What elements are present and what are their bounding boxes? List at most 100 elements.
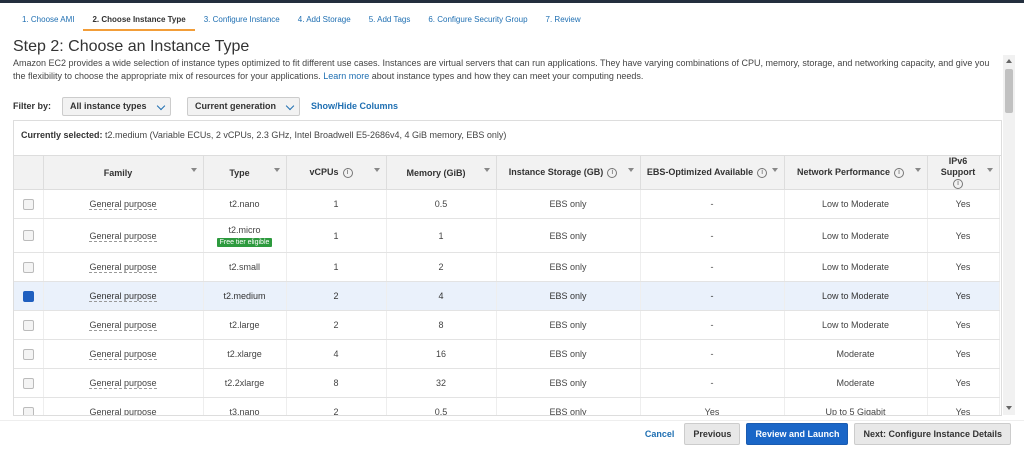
table-header-row: Family Type vCPUs i Memory (GiB) Instance… [14, 156, 1000, 190]
vcpus-cell: 1 [286, 252, 387, 282]
filter-label: Filter by: [13, 101, 52, 111]
instance-type-filter-select[interactable]: All instance types [62, 96, 172, 116]
next-configure-instance-details-button[interactable]: Next: Configure Instance Details [854, 423, 1011, 445]
network-cell: Low to Moderate [784, 252, 928, 282]
ipv6-cell: Yes [927, 310, 1000, 340]
ebs-optimized-cell: - [640, 339, 785, 369]
column-header-ipv6-support[interactable]: IPv6 Support i [927, 156, 1000, 190]
free-tier-badge: Free tier eligible [216, 237, 273, 247]
memory-cell: 1 [386, 218, 497, 253]
generation-filter-select[interactable]: Current generation [187, 96, 301, 116]
storage-cell: EBS only [496, 189, 641, 219]
column-header-family[interactable]: Family [43, 156, 204, 190]
show-hide-columns-link[interactable]: Show/Hide Columns [311, 101, 398, 111]
column-header-instance-storage[interactable]: Instance Storage (GB) i [496, 156, 641, 190]
review-and-launch-button[interactable]: Review and Launch [746, 423, 849, 445]
ipv6-cell: Yes [927, 252, 1000, 282]
filter-bar: Filter by: All instance types Current ge… [13, 96, 398, 116]
type-cell: t2.nano [203, 189, 287, 219]
memory-cell: 0.5 [386, 189, 497, 219]
wizard-footer: Cancel Previous Review and Launch Next: … [635, 423, 1011, 445]
table-row[interactable]: General purpose t2.large 2 8 EBS only - … [14, 310, 1000, 340]
tab-configure-instance[interactable]: 3. Configure Instance [195, 12, 289, 31]
row-checkbox[interactable] [22, 198, 34, 210]
storage-cell: EBS only [496, 252, 641, 282]
sort-caret-icon [627, 168, 634, 172]
tab-choose-instance-type[interactable]: 2. Choose Instance Type [83, 12, 195, 31]
ebs-optimized-cell: - [640, 310, 785, 340]
tab-review[interactable]: 7. Review [537, 12, 590, 31]
family-cell: General purpose [89, 349, 157, 360]
type-cell: t2.2xlarge [203, 368, 287, 398]
family-cell: General purpose [89, 230, 157, 242]
row-checkbox[interactable] [22, 319, 34, 331]
table-row-selected[interactable]: General purpose t2.medium 2 4 EBS only -… [14, 281, 1000, 311]
scroll-thumb[interactable] [1005, 69, 1013, 113]
row-checkbox[interactable] [22, 348, 34, 360]
memory-cell: 8 [386, 310, 497, 340]
family-cell: General purpose [89, 320, 157, 331]
row-checkbox[interactable] [22, 230, 34, 242]
tab-configure-security-group[interactable]: 6. Configure Security Group [419, 12, 536, 31]
ebs-optimized-cell: - [640, 368, 785, 398]
network-cell: Low to Moderate [784, 310, 928, 340]
memory-cell: 4 [386, 281, 497, 311]
type-cell: t2.small [203, 252, 287, 282]
family-cell: General purpose [89, 407, 157, 416]
scroll-up-arrow-icon[interactable] [1006, 59, 1012, 63]
family-cell: General purpose [89, 199, 157, 210]
row-checkbox-checked[interactable] [22, 290, 34, 302]
generation-filter-value: Current generation [195, 101, 277, 111]
page-description: Amazon EC2 provides a wide selection of … [13, 57, 998, 83]
currently-selected-value: t2.medium (Variable ECUs, 2 vCPUs, 2.3 G… [105, 130, 507, 140]
info-icon[interactable]: i [342, 167, 353, 178]
instance-type-filter-value: All instance types [70, 101, 147, 111]
table-row[interactable]: General purpose t2.micro Free tier eligib… [14, 218, 1000, 253]
column-header-memory[interactable]: Memory (GiB) [386, 156, 497, 190]
tab-add-storage[interactable]: 4. Add Storage [289, 12, 360, 31]
page-title: Step 2: Choose an Instance Type [13, 38, 250, 55]
sort-caret-icon [483, 168, 490, 172]
table-row[interactable]: General purpose t3.nano 2 0.5 EBS only Y… [14, 397, 1000, 416]
column-header-ebs-optimized[interactable]: EBS-Optimized Available i [640, 156, 785, 190]
memory-cell: 2 [386, 252, 497, 282]
learn-more-link[interactable]: Learn more [323, 71, 369, 81]
info-icon[interactable]: i [953, 178, 963, 189]
info-icon[interactable]: i [757, 167, 768, 178]
vcpus-cell: 2 [286, 310, 387, 340]
cancel-button[interactable]: Cancel [641, 423, 679, 445]
table-row[interactable]: General purpose t2.nano 1 0.5 EBS only -… [14, 189, 1000, 219]
ipv6-cell: Yes [927, 368, 1000, 398]
select-column-header [14, 156, 44, 190]
tab-add-tags[interactable]: 5. Add Tags [360, 12, 420, 31]
sort-caret-icon [190, 168, 197, 172]
sort-caret-icon [373, 168, 380, 172]
instance-types-panel: Currently selected: t2.medium (Variable … [13, 120, 1002, 416]
storage-cell: EBS only [496, 397, 641, 415]
row-checkbox[interactable] [22, 377, 34, 389]
row-checkbox[interactable] [22, 406, 34, 415]
tab-choose-ami[interactable]: 1. Choose AMI [13, 12, 83, 31]
ebs-optimized-cell: - [640, 281, 785, 311]
row-checkbox[interactable] [22, 261, 34, 273]
storage-cell: EBS only [496, 218, 641, 253]
previous-button[interactable]: Previous [684, 423, 741, 445]
ebs-optimized-cell: - [640, 252, 785, 282]
type-cell: t2.micro [228, 224, 261, 235]
table-row[interactable]: General purpose t2.small 1 2 EBS only - … [14, 252, 1000, 282]
scroll-down-arrow-icon[interactable] [1006, 406, 1012, 410]
ebs-optimized-cell: Yes [640, 397, 785, 415]
page-scrollbar[interactable] [1003, 55, 1015, 415]
memory-cell: 32 [386, 368, 497, 398]
info-icon[interactable]: i [894, 167, 905, 178]
table-row[interactable]: General purpose t2.2xlarge 8 32 EBS only… [14, 368, 1000, 398]
network-cell: Moderate [784, 368, 928, 398]
info-icon[interactable]: i [607, 167, 618, 178]
type-cell: t2.large [203, 310, 287, 340]
column-header-vcpus[interactable]: vCPUs i [286, 156, 387, 190]
network-cell: Moderate [784, 339, 928, 369]
column-header-type[interactable]: Type [203, 156, 287, 190]
network-cell: Up to 5 Gigabit [784, 397, 928, 415]
column-header-network-performance[interactable]: Network Performance i [784, 156, 928, 190]
table-row[interactable]: General purpose t2.xlarge 4 16 EBS only … [14, 339, 1000, 369]
